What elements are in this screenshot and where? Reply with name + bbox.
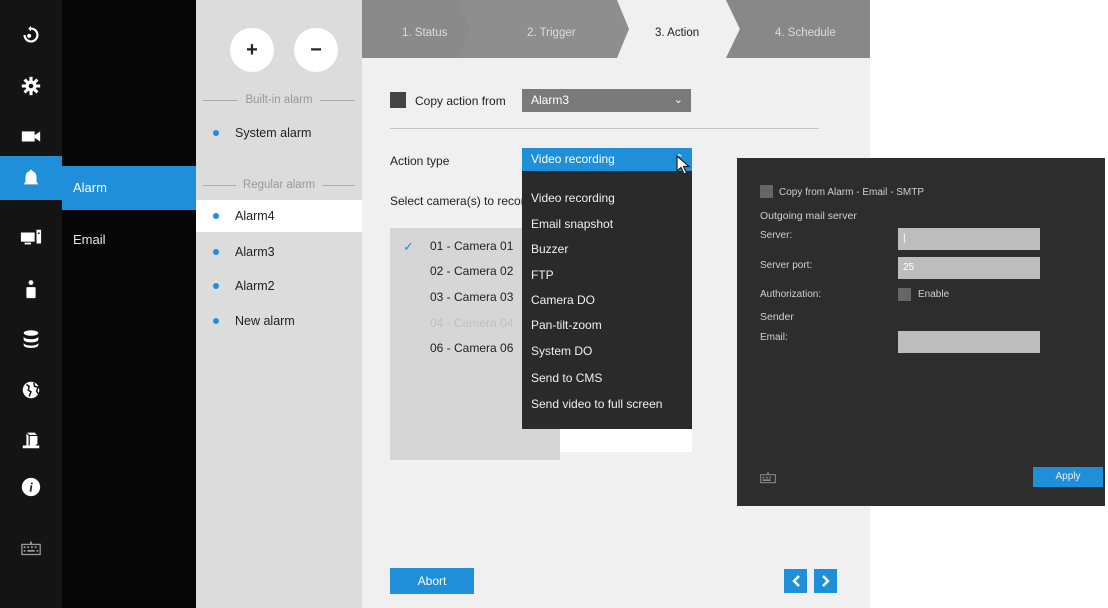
outgoing-mail-heading: Outgoing mail server bbox=[760, 210, 857, 222]
network-globe-icon[interactable] bbox=[0, 368, 62, 412]
alarm-item-system[interactable]: System alarm bbox=[196, 117, 362, 149]
step-status[interactable]: 1. Status bbox=[402, 27, 447, 39]
status-dot bbox=[213, 130, 219, 136]
status-dot bbox=[213, 318, 219, 324]
option-email-snapshot[interactable]: Email snapshot bbox=[531, 217, 613, 231]
alarm-item-label: Alarm3 bbox=[235, 245, 275, 259]
icon-rail: i bbox=[0, 0, 62, 608]
status-dot bbox=[213, 283, 219, 289]
action-type-dropdown: Video recording Email snapshot Buzzer FT… bbox=[522, 171, 692, 429]
option-send-to-cms[interactable]: Send to CMS bbox=[531, 371, 602, 385]
server-input[interactable]: | bbox=[898, 228, 1040, 250]
alarm-item-alarm4[interactable]: Alarm4 bbox=[196, 200, 362, 232]
alarm-item-label: System alarm bbox=[235, 126, 312, 140]
alarm-item-new[interactable]: New alarm bbox=[196, 305, 362, 337]
keyboard-icon[interactable] bbox=[760, 472, 776, 484]
copy-action-checkbox[interactable] bbox=[390, 92, 406, 108]
divider bbox=[390, 128, 819, 129]
chevron-left-icon bbox=[791, 575, 800, 587]
builtin-alarm-heading: Built-in alarm bbox=[196, 93, 362, 107]
settings-submenu: Alarm Email bbox=[62, 0, 196, 608]
enable-label: Enable bbox=[918, 289, 950, 300]
copy-action-value: Alarm3 bbox=[531, 93, 570, 107]
remove-alarm-button[interactable]: − bbox=[294, 28, 338, 72]
mouse-cursor-icon bbox=[676, 155, 691, 175]
device-monitor-icon[interactable] bbox=[0, 216, 62, 260]
camera-label: 04 - Camera 04 bbox=[430, 316, 514, 330]
select-cameras-label: Select camera(s) to record bbox=[390, 194, 532, 208]
option-ftp[interactable]: FTP bbox=[531, 268, 554, 282]
svg-text:i: i bbox=[29, 481, 33, 495]
camera-label: 06 - Camera 06 bbox=[430, 341, 514, 355]
authorization-label: Authorization: bbox=[760, 289, 822, 300]
submenu-item-email[interactable]: Email bbox=[62, 218, 196, 262]
option-buzzer[interactable]: Buzzer bbox=[531, 242, 568, 256]
status-dot bbox=[213, 213, 219, 219]
keyboard-icon[interactable] bbox=[0, 527, 62, 571]
abort-button[interactable]: Abort bbox=[390, 568, 474, 594]
email-settings-panel: Copy from Alarm - Email - SMTP Outgoing … bbox=[737, 158, 1105, 506]
info-icon[interactable]: i bbox=[0, 465, 62, 509]
sender-heading: Sender bbox=[760, 311, 794, 323]
status-dot bbox=[213, 249, 219, 255]
server-label: Server: bbox=[760, 230, 793, 241]
storage-database-icon[interactable] bbox=[0, 317, 62, 361]
camera-label: 01 - Camera 01 bbox=[430, 239, 514, 253]
regular-alarm-heading-label: Regular alarm bbox=[242, 179, 316, 191]
copy-action-label: Copy action from bbox=[415, 94, 506, 108]
system-cube-icon[interactable] bbox=[0, 418, 62, 462]
option-send-video-full-screen[interactable]: Send video to full screen bbox=[531, 397, 662, 411]
chevron-right-icon bbox=[821, 575, 830, 587]
checkmark-icon: ✓ bbox=[403, 239, 414, 254]
copy-from-email-checkbox[interactable] bbox=[760, 185, 773, 198]
copy-action-select[interactable]: Alarm3 ⌄ bbox=[522, 89, 691, 112]
alarm-item-label: Alarm2 bbox=[235, 279, 275, 293]
alarm-list-panel: + − Built-in alarm System alarm Regular … bbox=[196, 0, 362, 608]
camera-list-fill bbox=[560, 428, 692, 452]
email-input[interactable] bbox=[898, 331, 1040, 353]
regular-alarm-heading: Regular alarm bbox=[196, 178, 362, 192]
next-step-button[interactable] bbox=[814, 569, 837, 593]
chevron-down-icon: ⌄ bbox=[673, 94, 683, 106]
authorization-enable-checkbox[interactable] bbox=[898, 288, 911, 301]
copy-from-email-label: Copy from Alarm - Email - SMTP bbox=[779, 187, 925, 198]
camera-label: 02 - Camera 02 bbox=[430, 264, 514, 278]
step-action[interactable]: 3. Action bbox=[655, 27, 699, 39]
server-port-label: Server port: bbox=[760, 260, 813, 271]
step-schedule[interactable]: 4. Schedule bbox=[775, 27, 836, 39]
action-type-value: Video recording bbox=[531, 152, 615, 166]
alarm-item-label: New alarm bbox=[235, 314, 295, 328]
option-video-recording[interactable]: Video recording bbox=[531, 191, 615, 205]
email-label: Email: bbox=[760, 332, 788, 343]
camera-icon[interactable] bbox=[0, 114, 62, 158]
submenu-item-alarm[interactable]: Alarm bbox=[62, 166, 196, 210]
option-system-do[interactable]: System DO bbox=[531, 344, 592, 358]
add-alarm-button[interactable]: + bbox=[230, 28, 274, 72]
option-pan-tilt-zoom[interactable]: Pan-tilt-zoom bbox=[531, 318, 602, 332]
step-trigger[interactable]: 2. Trigger bbox=[527, 27, 576, 39]
action-type-select[interactable]: Video recording⌃ bbox=[522, 148, 692, 171]
settings-gear-icon[interactable] bbox=[0, 64, 62, 108]
alarm-item-label: Alarm4 bbox=[235, 209, 275, 223]
action-type-label: Action type bbox=[390, 154, 450, 168]
apply-button[interactable]: Apply bbox=[1033, 467, 1103, 487]
camera-label: 03 - Camera 03 bbox=[430, 290, 514, 304]
alarm-bell-icon[interactable] bbox=[0, 156, 62, 200]
server-port-input[interactable]: 25 bbox=[898, 257, 1040, 279]
alarm-item-alarm2[interactable]: Alarm2 bbox=[196, 270, 362, 302]
alarm-item-alarm3[interactable]: Alarm3 bbox=[196, 236, 362, 268]
previous-step-button[interactable] bbox=[784, 569, 807, 593]
live-view-icon[interactable] bbox=[0, 13, 62, 57]
user-icon[interactable] bbox=[0, 267, 62, 311]
option-camera-do[interactable]: Camera DO bbox=[531, 293, 595, 307]
builtin-alarm-heading-label: Built-in alarm bbox=[245, 94, 313, 106]
